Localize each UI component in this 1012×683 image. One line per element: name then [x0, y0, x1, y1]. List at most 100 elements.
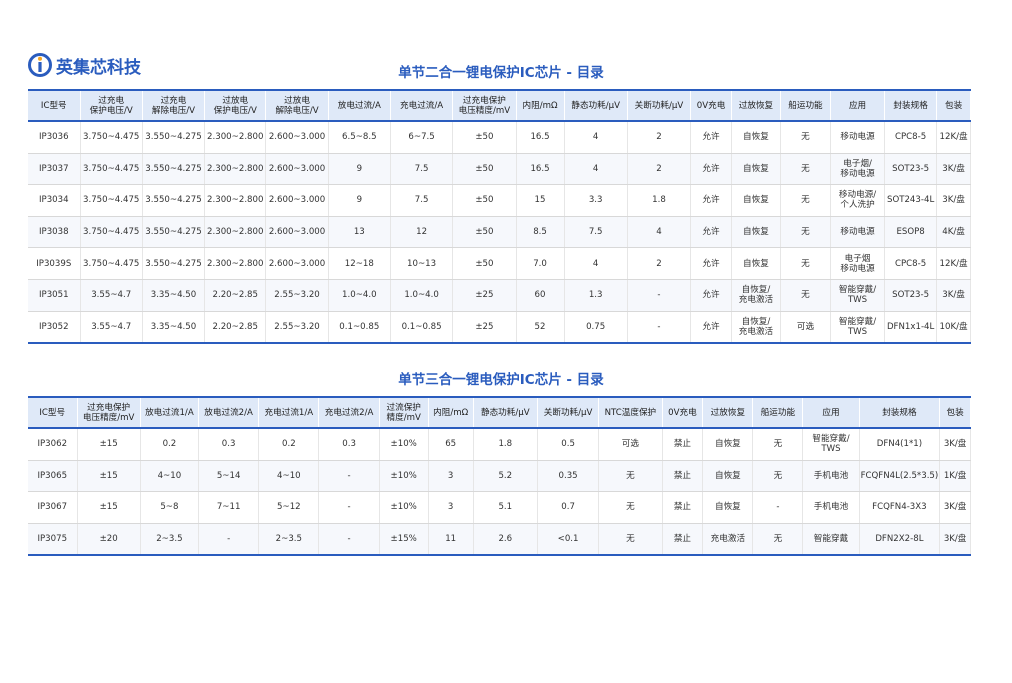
table-cell: 2: [627, 121, 692, 154]
table-cell: 4: [564, 121, 628, 154]
table-cell: 3.55~4.7: [80, 279, 143, 312]
table-cell: SOT23-5: [884, 153, 938, 186]
column-header: 船运功能: [780, 89, 831, 122]
table-cell: 3.35~4.50: [142, 279, 206, 312]
table-row: IP3039S 3.750~4.475 3.550~4.275 2.300~2.800…: [28, 247, 971, 280]
table-cell: ±10%: [379, 428, 429, 461]
column-header: 应用: [830, 89, 886, 122]
column-header: 放电过流/A: [328, 89, 391, 122]
table-cell: 0.5: [537, 428, 600, 461]
table-cell: IP3038: [28, 216, 81, 249]
column-header: 充电过流1/A: [258, 396, 320, 429]
table-cell: 5~14: [198, 460, 260, 492]
table-cell: 2.300~2.800: [204, 153, 267, 186]
table-cell: 52: [516, 311, 565, 345]
table-cell: 电子烟/移动电源: [830, 153, 886, 186]
column-header: 过充电保护 电压精度/mV: [77, 396, 141, 429]
table-cell: 2: [627, 153, 692, 186]
table-cell: 无: [780, 247, 831, 280]
column-header: 静态功耗/μV: [564, 89, 628, 122]
table-cell: 1.8: [627, 184, 692, 217]
table-cell: IP3075: [28, 523, 78, 556]
table-cell: 1K/盘: [939, 460, 971, 492]
column-header: 过充电 解除电压/V: [142, 89, 206, 122]
table-cell: 7.5: [390, 153, 454, 186]
table-cell: 无: [598, 460, 663, 492]
table-cell: 0.2: [140, 428, 200, 461]
table-cell: 3.55~4.7: [80, 311, 143, 345]
table-cell: <0.1: [537, 523, 600, 556]
table-row: IP3038 3.750~4.475 3.550~4.275 2.300~2.800 2…: [28, 216, 971, 249]
table-cell: 5~12: [258, 491, 320, 524]
column-header: 过充电 保护电压/V: [80, 89, 143, 122]
table-cell: IP3036: [28, 121, 81, 154]
brand-logo-mark: [28, 53, 52, 77]
table-cell: 允许: [690, 184, 732, 217]
table-cell: 16.5: [516, 121, 565, 154]
table-cell: ±25: [452, 311, 517, 345]
table-cell: 自恢复: [731, 153, 781, 186]
table-cell: 无: [598, 523, 663, 556]
table-cell: 无: [780, 121, 831, 154]
table-cell: 3.750~4.475: [80, 216, 143, 249]
table-cell: 可选: [598, 428, 663, 461]
table-cell: 允许: [690, 216, 732, 249]
table-cell: SOT243-4L: [884, 184, 938, 217]
column-header: IC型号: [28, 89, 81, 122]
table-cell: 自恢复: [731, 184, 781, 217]
column-header: 充电过流/A: [390, 89, 454, 122]
table-cell: ±15%: [379, 523, 429, 556]
table-cell: 7.5: [390, 184, 454, 217]
table-cell: ESOP8: [884, 216, 938, 249]
table-cell: 2.55~3.20: [265, 279, 329, 312]
table-cell: DFN1x1-4L: [884, 311, 938, 345]
table-cell: 3.550~4.275: [142, 184, 206, 217]
column-header: 内阻/mΩ: [428, 396, 474, 429]
table-cell: 无: [752, 523, 804, 556]
table-cell: 智能穿戴: [802, 523, 860, 556]
column-header: 关断功耗/μV: [627, 89, 692, 122]
table-cell: 2.600~3.000: [265, 121, 329, 154]
table-cell: 0.3: [318, 428, 380, 461]
table-cell: DFN4(1*1): [859, 428, 941, 461]
table-cell: 2.600~3.000: [265, 216, 329, 249]
table-cell: 0.75: [564, 311, 628, 345]
table-cell: 2.300~2.800: [204, 184, 267, 217]
table-cell: 5.2: [473, 460, 538, 492]
column-header: 包装: [939, 396, 971, 429]
section1-title: 单节二合一锂电保护IC芯片 - 目录: [398, 65, 604, 81]
table-cell: 4~10: [258, 460, 320, 492]
table-cell: 自恢复: [731, 216, 781, 249]
table-cell: 自恢复: [702, 491, 754, 524]
table-row: IP3051 3.55~4.7 3.35~4.50 2.20~2.85 2.55~3.2…: [28, 279, 971, 312]
section1-table: IC型号 过充电 保护电压/V 过充电 解除电压/V 过放电 保护电压/V 过放电 解除电压/V…: [28, 89, 971, 345]
table-cell: 自恢复/充电激活: [731, 279, 781, 312]
table-cell: 智能穿戴/TWS: [830, 311, 886, 345]
table-cell: 手机电池: [802, 491, 860, 524]
table-cell: 禁止: [662, 523, 704, 556]
table-cell: 无: [752, 428, 804, 461]
table-cell: 0.1~0.85: [390, 311, 454, 345]
table-cell: 3.750~4.475: [80, 153, 143, 186]
table-cell: ±20: [77, 523, 141, 556]
table-cell: 3K/盘: [936, 153, 971, 186]
table-cell: 3K/盘: [936, 184, 971, 217]
table-cell: IP3037: [28, 153, 81, 186]
table-cell: 2.300~2.800: [204, 121, 267, 154]
table-row: IP3036 3.750~4.475 3.550~4.275 2.300~2.800 2…: [28, 121, 971, 154]
table-cell: 4: [564, 247, 628, 280]
table-cell: 12K/盘: [936, 121, 971, 154]
section2-title: 单节三合一锂电保护IC芯片 - 目录: [398, 372, 604, 388]
table-cell: 60: [516, 279, 565, 312]
table-cell: 15: [516, 184, 565, 217]
table-cell: 3.750~4.475: [80, 121, 143, 154]
table-cell: FCQFN4-3X3: [859, 491, 941, 524]
table-cell: 4: [627, 216, 692, 249]
column-header: 过放电 解除电压/V: [265, 89, 329, 122]
table-cell: ±50: [452, 184, 517, 217]
table-cell: 自恢复: [731, 247, 781, 280]
table-cell: 1.0~4.0: [328, 279, 391, 312]
column-header: 0V充电: [662, 396, 704, 429]
table-cell: 智能穿戴/TWS: [802, 428, 860, 461]
table-cell: 3: [428, 491, 474, 524]
